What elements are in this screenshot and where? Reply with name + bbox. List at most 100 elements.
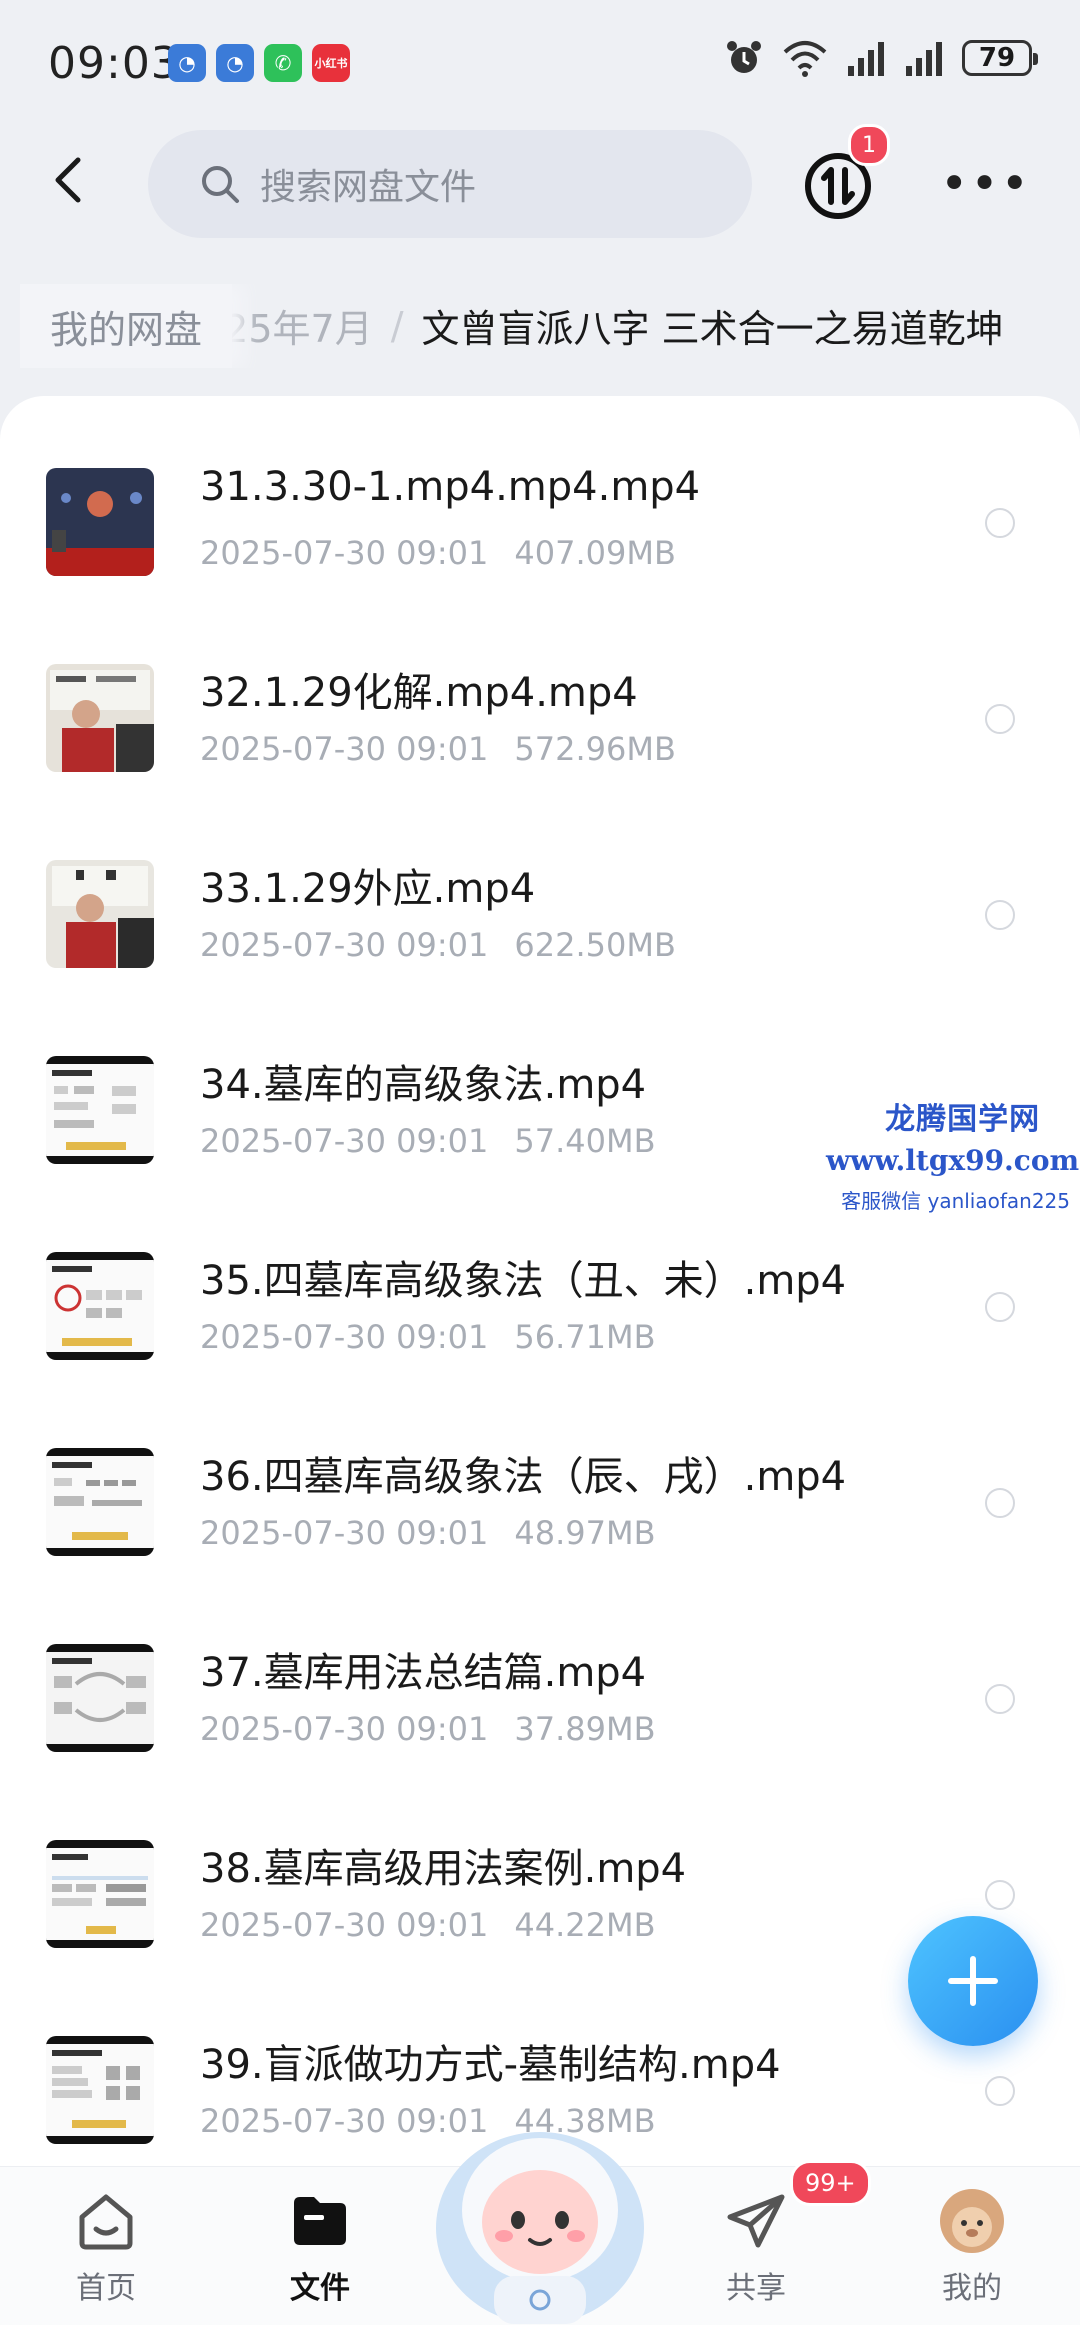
status-bar: 09:03 ◔ ◔ ✆ 小红书 79 [0, 0, 1080, 120]
breadcrumb-root[interactable]: 我的网盘 [20, 284, 233, 368]
share-count-badge: 99+ [790, 2160, 871, 2206]
file-date: 2025-07-30 09:01 [200, 534, 489, 572]
video-thumbnail [46, 1252, 154, 1360]
select-radio[interactable] [985, 1292, 1015, 1322]
file-name: 35.四墓库高级象法（丑、未）.mp4 [200, 1258, 847, 1304]
send-icon [722, 2187, 790, 2255]
nav-files[interactable]: 文件 [250, 2187, 390, 2307]
status-time: 09:03 [48, 38, 180, 89]
file-size: 57.40MB [514, 1122, 656, 1160]
file-row[interactable]: 31.3.30-1.mp4.mp4.mp4 2025-07-30 09:01 40… [0, 396, 1080, 592]
select-radio[interactable] [985, 1880, 1015, 1910]
file-meta: 2025-07-30 09:01 44.22MB [200, 1906, 656, 1944]
file-meta: 2025-07-30 09:01 37.89MB [200, 1710, 656, 1748]
file-row[interactable]: 32.1.29化解.mp4.mp4 2025-07-30 09:01 572.96… [0, 592, 1080, 788]
file-name: 37.墓库用法总结篇.mp4 [200, 1650, 647, 1696]
video-thumbnail [46, 1840, 154, 1948]
file-date: 2025-07-30 09:01 [200, 730, 489, 768]
alarm-icon [727, 41, 761, 73]
video-thumbnail [46, 1644, 154, 1752]
plus-icon [948, 1956, 998, 2006]
file-size: 48.97MB [514, 1514, 656, 1552]
file-date: 2025-07-30 09:01 [200, 926, 489, 964]
top-bar: 搜索网盘文件 1 ••• [0, 124, 1080, 244]
xiaohongshu-icon: 小红书 [312, 44, 350, 82]
file-row[interactable]: 33.1.29外应.mp4 2025-07-30 09:01 622.50MB [0, 788, 1080, 984]
search-placeholder: 搜索网盘文件 [260, 167, 477, 208]
file-date: 2025-07-30 09:01 [200, 1514, 489, 1552]
search-bar[interactable]: 搜索网盘文件 [148, 130, 752, 238]
file-size: 622.50MB [514, 926, 676, 964]
system-icons: 79 [724, 38, 1038, 78]
video-thumbnail [46, 2036, 154, 2144]
assistant-mascot-icon[interactable] [434, 2110, 646, 2324]
select-radio[interactable] [985, 704, 1015, 734]
watermark-title: 龙腾国学网 [885, 1102, 1041, 1137]
folder-icon [286, 2187, 354, 2255]
file-name: 38.墓库高级用法案例.mp4 [200, 1846, 687, 1892]
file-meta: 2025-07-30 09:01 56.71MB [200, 1318, 656, 1356]
file-name: 32.1.29化解.mp4.mp4 [200, 670, 638, 716]
file-date: 2025-07-30 09:01 [200, 1906, 489, 1944]
file-name: 34.墓库的高级象法.mp4 [200, 1062, 647, 1108]
nav-files-label: 文件 [290, 2271, 350, 2306]
file-meta: 2025-07-30 09:01 572.96MB [200, 730, 676, 768]
file-size: 407.09MB [514, 534, 676, 572]
file-row[interactable]: 38.墓库高级用法案例.mp4 2025-07-30 09:01 44.22MB [0, 1768, 1080, 1964]
select-radio[interactable] [985, 1488, 1015, 1518]
video-thumbnail [46, 1448, 154, 1556]
nav-share-label: 共享 [726, 2271, 786, 2306]
select-radio[interactable] [985, 508, 1015, 538]
more-options-icon[interactable]: ••• [940, 160, 1031, 208]
watermark-contact: 客服微信 yanliaofan225 [841, 1189, 1071, 1213]
select-radio[interactable] [985, 900, 1015, 930]
video-thumbnail [46, 468, 154, 576]
avatar [938, 2187, 1006, 2255]
file-date: 2025-07-30 09:01 [200, 1710, 489, 1748]
file-name: 33.1.29外应.mp4 [200, 866, 536, 912]
battery-indicator: 79 [962, 40, 1038, 76]
select-radio[interactable] [985, 2076, 1015, 2106]
breadcrumb-separator: / [390, 303, 404, 348]
back-arrow-icon[interactable] [40, 150, 100, 210]
file-date: 2025-07-30 09:01 [200, 1318, 489, 1356]
signal-icon [906, 42, 942, 76]
file-meta: 2025-07-30 09:01 622.50MB [200, 926, 676, 964]
file-meta: 2025-07-30 09:01 48.97MB [200, 1514, 656, 1552]
video-thumbnail [46, 1056, 154, 1164]
nav-mine[interactable]: 我的 [902, 2187, 1042, 2307]
file-size: 37.89MB [514, 1710, 656, 1748]
video-thumbnail [46, 664, 154, 772]
wifi-icon [783, 41, 827, 77]
file-meta: 2025-07-30 09:01 407.09MB [200, 534, 676, 572]
file-size: 572.96MB [514, 730, 676, 768]
notification-icons: ◔ ◔ ✆ 小红书 [168, 44, 350, 82]
watermark: 龙腾国学网 www.ltgx99.com 客服微信 yanliaofan225 [826, 1094, 1079, 1214]
select-radio[interactable] [985, 1684, 1015, 1714]
watermark-url: www.ltgx99.com [826, 1144, 1080, 1177]
file-row[interactable]: 36.四墓库高级象法（辰、戌）.mp4 2025-07-30 09:01 48.9… [0, 1376, 1080, 1572]
breadcrumb: 我的网盘 025年7月 / 文曾盲派八字 三术合一之易道乾坤 [0, 284, 1080, 368]
file-list: 31.3.30-1.mp4.mp4.mp4 2025-07-30 09:01 40… [0, 396, 1080, 2166]
nav-mine-label: 我的 [942, 2271, 1002, 2306]
breadcrumb-trail: 025年7月 / 文曾盲派八字 三术合一之易道乾坤 [200, 298, 1004, 353]
video-thumbnail [46, 860, 154, 968]
file-name: 39.盲派做功方式-墓制结构.mp4 [200, 2042, 781, 2088]
nav-home[interactable]: 首页 [36, 2187, 176, 2307]
signal-icon [848, 42, 884, 76]
transfer-count-badge: 1 [848, 124, 890, 166]
file-name: 36.四墓库高级象法（辰、戌）.mp4 [200, 1454, 847, 1500]
file-name: 31.3.30-1.mp4.mp4.mp4 [200, 464, 701, 510]
search-icon [202, 166, 239, 203]
breadcrumb-current: 文曾盲派八字 三术合一之易道乾坤 [421, 307, 1004, 351]
file-meta: 2025-07-30 09:01 57.40MB [200, 1122, 656, 1160]
app-notification-icon: ◔ [168, 44, 206, 82]
file-date: 2025-07-30 09:01 [200, 1122, 489, 1160]
nav-home-label: 首页 [76, 2271, 136, 2306]
file-size: 44.22MB [514, 1906, 656, 1944]
file-row[interactable]: 37.墓库用法总结篇.mp4 2025-07-30 09:01 37.89MB [0, 1572, 1080, 1768]
add-button[interactable] [908, 1916, 1038, 2046]
home-icon [72, 2187, 140, 2255]
app-notification-icon: ◔ [216, 44, 254, 82]
file-size: 56.71MB [514, 1318, 656, 1356]
